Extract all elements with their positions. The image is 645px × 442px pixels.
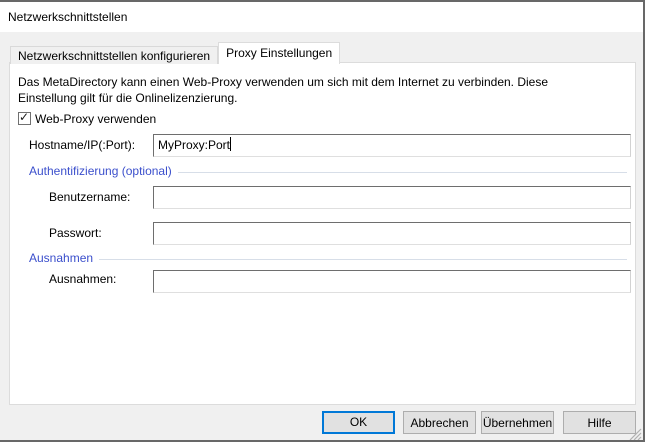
hostname-input[interactable]: MyProxy:Port (153, 134, 631, 157)
checkmark-icon: ✓ (19, 111, 29, 124)
window-title: Netzwerkschnittstellen (8, 10, 127, 24)
hostname-value: MyProxy:Port (158, 138, 230, 152)
exceptions-label: Ausnahmen: (49, 272, 116, 286)
password-input[interactable] (153, 222, 631, 245)
password-label: Passwort: (49, 222, 102, 245)
cancel-button[interactable]: Abbrechen (403, 411, 476, 434)
network-interfaces-dialog: Netzwerkschnittstellen Netzwerkschnittst… (0, 0, 645, 442)
help-button[interactable]: Hilfe (563, 411, 636, 434)
web-proxy-checkbox-row[interactable]: ✓ Web-Proxy verwenden (18, 111, 156, 125)
section-exceptions: Ausnahmen (29, 251, 627, 265)
exceptions-textarea[interactable] (153, 270, 631, 293)
dialog-button-bar: OK Abbrechen Übernehmen Hilfe (0, 405, 643, 442)
resize-grip-icon[interactable] (629, 428, 642, 441)
section-authentication-label: Authentifizierung (optional) (29, 164, 172, 178)
description-text: Das MetaDirectory kann einen Web-Proxy v… (18, 74, 598, 106)
section-authentication: Authentifizierung (optional) (29, 164, 627, 178)
ok-button[interactable]: OK (322, 411, 395, 434)
tab-netzwerkschnittstellen-konfigurieren[interactable]: Netzwerkschnittstellen konfigurieren (10, 46, 218, 64)
tab-strip: Netzwerkschnittstellen konfigurierenProx… (10, 42, 340, 63)
tab-proxy-einstellungen[interactable]: Proxy Einstellungen (218, 42, 340, 64)
username-label: Benutzername: (49, 186, 130, 209)
hostname-label: Hostname/IP(:Port): (29, 134, 135, 157)
apply-button[interactable]: Übernehmen (481, 411, 554, 434)
text-caret (230, 137, 231, 151)
titlebar[interactable]: Netzwerkschnittstellen (0, 2, 643, 32)
section-divider-line (99, 259, 627, 260)
section-divider-line (178, 172, 627, 173)
web-proxy-checkbox-label: Web-Proxy verwenden (35, 112, 156, 126)
section-exceptions-label: Ausnahmen (29, 251, 93, 265)
proxy-settings-panel: Das MetaDirectory kann einen Web-Proxy v… (9, 62, 636, 405)
username-input[interactable] (153, 186, 631, 209)
web-proxy-checkbox[interactable]: ✓ (18, 112, 31, 125)
